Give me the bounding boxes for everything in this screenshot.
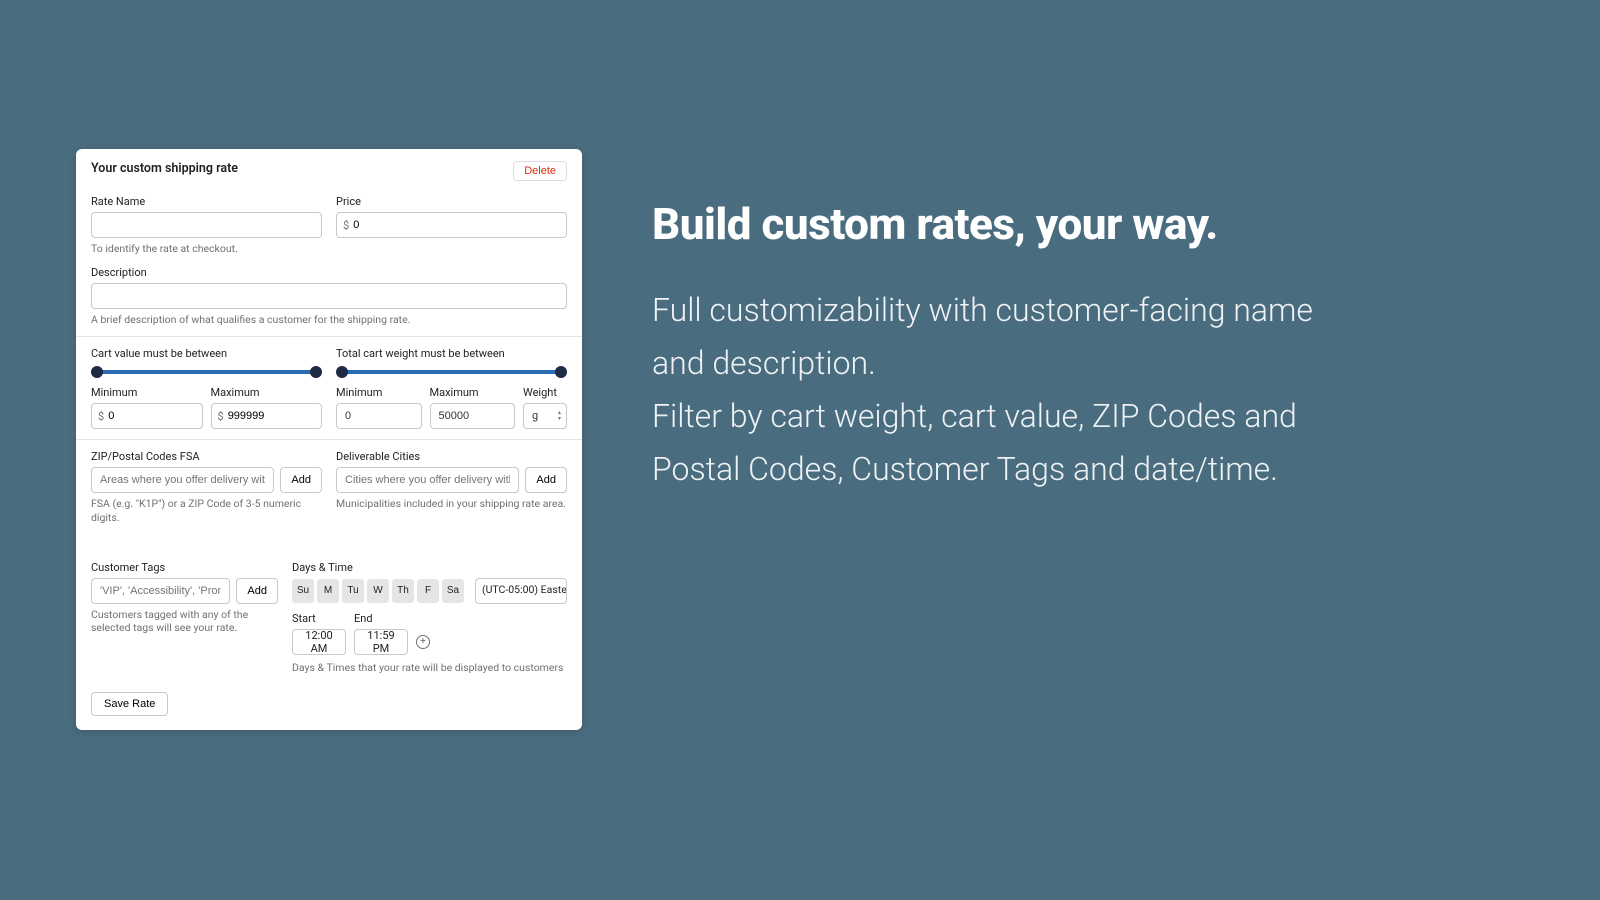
tags-label: Customer Tags bbox=[91, 561, 278, 574]
end-label: End bbox=[354, 612, 408, 625]
end-time-input[interactable]: 11:59 PM bbox=[354, 629, 408, 655]
cities-label: Deliverable Cities bbox=[336, 450, 567, 463]
cart-weight-slider[interactable] bbox=[342, 370, 561, 374]
zip-input[interactable] bbox=[91, 467, 274, 493]
description-label: Description bbox=[91, 266, 567, 279]
cities-help: Municipalities included in your shipping… bbox=[336, 497, 567, 511]
cart-value-slider[interactable] bbox=[97, 370, 316, 374]
cart-value-max-wrapper[interactable]: $ bbox=[211, 403, 323, 429]
weight-min-label: Minimum bbox=[336, 386, 422, 399]
timezone-select[interactable]: (UTC-05:00) Eastern T bbox=[475, 578, 567, 604]
description-help: A brief description of what qualifies a … bbox=[91, 313, 567, 327]
cart-value-max-input[interactable] bbox=[228, 410, 315, 422]
tags-help: Customers tagged with any of the selecte… bbox=[91, 608, 278, 635]
cart-value-max-label: Maximum bbox=[211, 386, 323, 399]
weight-unit-label: Weight bbox=[523, 386, 567, 399]
start-label: Start bbox=[292, 612, 346, 625]
price-label: Price bbox=[336, 195, 567, 208]
rate-name-label: Rate Name bbox=[91, 195, 322, 208]
marketing-pane: Build custom rates, your way. Full custo… bbox=[652, 200, 1352, 496]
zip-help: FSA (e.g. "K1P") or a ZIP Code of 3-5 nu… bbox=[91, 497, 322, 524]
day-chip-su[interactable]: Su bbox=[292, 579, 314, 603]
currency-prefix: $ bbox=[343, 219, 349, 232]
zip-add-button[interactable]: Add bbox=[280, 467, 322, 493]
shipping-rate-card: Your custom shipping rate Delete Rate Na… bbox=[76, 149, 582, 730]
save-rate-button[interactable]: Save Rate bbox=[91, 692, 168, 716]
day-chip-f[interactable]: F bbox=[417, 579, 439, 603]
marketing-body: Full customizability with customer-facin… bbox=[652, 284, 1352, 495]
start-time-input[interactable]: 12:00 AM bbox=[292, 629, 346, 655]
card-header: Your custom shipping rate Delete bbox=[91, 161, 567, 181]
divider bbox=[76, 439, 582, 440]
day-chip-sa[interactable]: Sa bbox=[442, 579, 464, 603]
rate-name-input[interactable] bbox=[91, 212, 322, 238]
price-input[interactable] bbox=[353, 219, 560, 231]
weight-max-label: Maximum bbox=[430, 386, 516, 399]
day-chip-th[interactable]: Th bbox=[392, 579, 414, 603]
weight-max-input[interactable] bbox=[430, 403, 516, 429]
delete-button[interactable]: Delete bbox=[513, 161, 567, 181]
cart-value-min-input[interactable] bbox=[108, 410, 195, 422]
marketing-headline: Build custom rates, your way. bbox=[652, 200, 1352, 248]
days-help: Days & Times that your rate will be disp… bbox=[292, 661, 567, 675]
cart-value-min-label: Minimum bbox=[91, 386, 203, 399]
divider bbox=[76, 336, 582, 337]
stepper-icon: ▴▾ bbox=[558, 410, 561, 422]
weight-min-input[interactable] bbox=[336, 403, 422, 429]
tags-input[interactable] bbox=[91, 578, 230, 604]
description-input[interactable] bbox=[91, 283, 567, 309]
add-time-icon[interactable]: + bbox=[416, 635, 430, 649]
price-input-wrapper[interactable]: $ bbox=[336, 212, 567, 238]
tags-add-button[interactable]: Add bbox=[236, 578, 278, 604]
days-row: Su M Tu W Th F Sa (UTC-05:00) Eastern T bbox=[292, 578, 567, 604]
day-chip-w[interactable]: W bbox=[367, 579, 389, 603]
cart-value-label: Cart value must be between bbox=[91, 347, 322, 360]
day-chip-m[interactable]: M bbox=[317, 579, 339, 603]
card-title: Your custom shipping rate bbox=[91, 161, 238, 176]
zip-label: ZIP/Postal Codes FSA bbox=[91, 450, 322, 463]
rate-name-help: To identify the rate at checkout. bbox=[91, 242, 322, 256]
days-label: Days & Time bbox=[292, 561, 567, 574]
cities-input[interactable] bbox=[336, 467, 519, 493]
cart-weight-label: Total cart weight must be between bbox=[336, 347, 567, 360]
cart-value-min-wrapper[interactable]: $ bbox=[91, 403, 203, 429]
cities-add-button[interactable]: Add bbox=[525, 467, 567, 493]
day-chip-tu[interactable]: Tu bbox=[342, 579, 364, 603]
